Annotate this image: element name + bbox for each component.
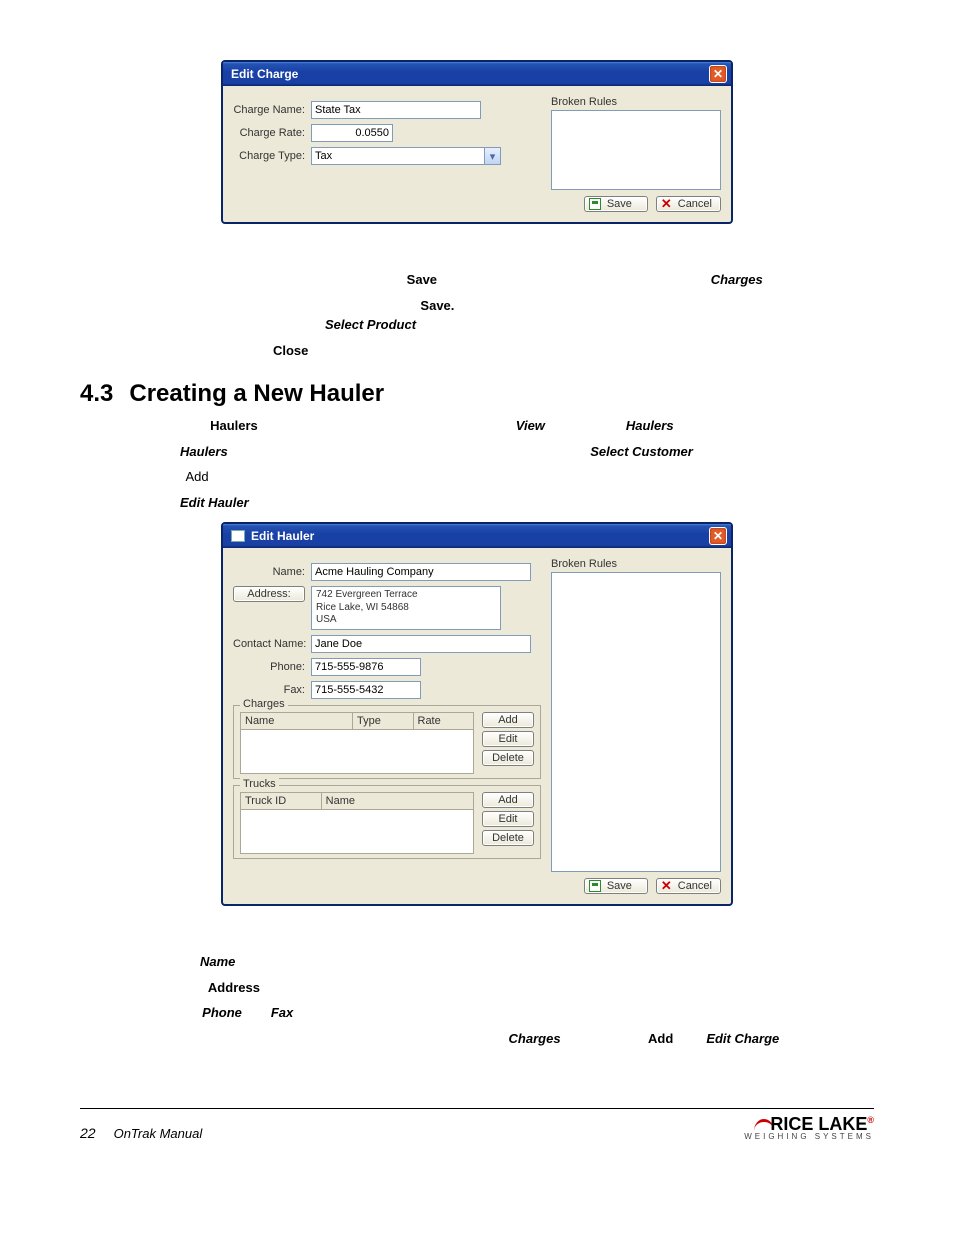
trucks-group: Trucks Truck ID Name Add Edit Delete — [233, 785, 541, 859]
edit-charge-dialog: Edit Charge ✕ Charge Name: Charge Rate: … — [221, 60, 733, 224]
close-icon[interactable]: ✕ — [709, 65, 727, 83]
edit-hauler-dialog: Edit Hauler ✕ Name: Address: 742 Evergre… — [221, 522, 733, 906]
chevron-down-icon[interactable]: ▾ — [485, 147, 501, 165]
charges-delete-button[interactable]: Delete — [482, 750, 534, 766]
hauler-name-input[interactable] — [311, 563, 531, 581]
rice-lake-logo: RICE LAKE® WEIGHING SYSTEMS — [744, 1115, 874, 1141]
section-heading: 4.3 Creating a New Hauler — [80, 380, 874, 408]
charge-name-label: Charge Name: — [233, 104, 311, 116]
charges-group: Charges Name Type Rate Add Edit Delete — [233, 705, 541, 779]
trucks-table-header: Truck ID Name — [240, 792, 474, 810]
save-icon — [589, 198, 601, 210]
figure-caption: Figure 4-6. Edit Charge Dialog Box — [80, 236, 874, 250]
save-icon — [589, 880, 601, 892]
trucks-edit-button[interactable]: Edit — [482, 811, 534, 827]
address-button[interactable]: Address: — [233, 586, 305, 602]
save-button[interactable]: Save — [584, 878, 648, 894]
body-text: 3. Enter a Name for the hauler. 4. Click… — [80, 952, 874, 1068]
charges-table[interactable] — [240, 730, 474, 774]
broken-rules-label: Broken Rules — [551, 558, 721, 570]
charges-table-header: Name Type Rate — [240, 712, 474, 730]
body-text: 1. From the Haulers Speed Button on the … — [80, 416, 874, 512]
charges-edit-button[interactable]: Edit — [482, 731, 534, 747]
address-display: 742 Evergreen Terrace Rice Lake, WI 5486… — [311, 586, 501, 630]
contact-name-label: Contact Name: — [233, 638, 311, 650]
cancel-icon: ✕ — [661, 880, 672, 892]
app-icon — [231, 530, 245, 542]
phone-label: Phone: — [233, 661, 311, 673]
charge-type-select[interactable] — [311, 147, 485, 165]
charge-rate-input[interactable] — [311, 124, 393, 142]
charge-type-label: Charge Type: — [233, 150, 311, 162]
dialog-title: Edit Hauler — [251, 529, 314, 543]
broken-rules-list — [551, 110, 721, 190]
fax-label: Fax: — [233, 684, 311, 696]
cancel-button[interactable]: ✕Cancel — [656, 878, 721, 894]
trucks-delete-button[interactable]: Delete — [482, 830, 534, 846]
charge-rate-label: Charge Rate: — [233, 127, 311, 139]
save-button[interactable]: Save — [584, 196, 648, 212]
fax-input[interactable] — [311, 681, 421, 699]
page-number: 22 — [80, 1125, 96, 1141]
hauler-name-label: Name: — [233, 566, 311, 578]
broken-rules-list — [551, 572, 721, 872]
contact-name-input[interactable] — [311, 635, 531, 653]
charges-add-button[interactable]: Add — [482, 712, 534, 728]
close-icon[interactable]: ✕ — [709, 527, 727, 545]
cancel-icon: ✕ — [661, 198, 672, 210]
dialog-title: Edit Charge — [231, 67, 298, 81]
footer-title: OnTrak Manual — [114, 1126, 203, 1141]
figure-caption: Figure 4-7. Edit Hauler Dialog Box — [80, 918, 874, 932]
charge-name-input[interactable] — [311, 101, 481, 119]
dialog-titlebar[interactable]: Edit Hauler ✕ — [223, 524, 731, 548]
dialog-titlebar[interactable]: Edit Charge ✕ — [223, 62, 731, 86]
body-text: 6. When the charges have been defined, c… — [80, 270, 874, 360]
trucks-add-button[interactable]: Add — [482, 792, 534, 808]
cancel-button[interactable]: ✕Cancel — [656, 196, 721, 212]
trucks-table[interactable] — [240, 810, 474, 854]
page-footer: 22 OnTrak Manual RICE LAKE® WEIGHING SYS… — [80, 1108, 874, 1141]
broken-rules-label: Broken Rules — [551, 96, 721, 108]
phone-input[interactable] — [311, 658, 421, 676]
